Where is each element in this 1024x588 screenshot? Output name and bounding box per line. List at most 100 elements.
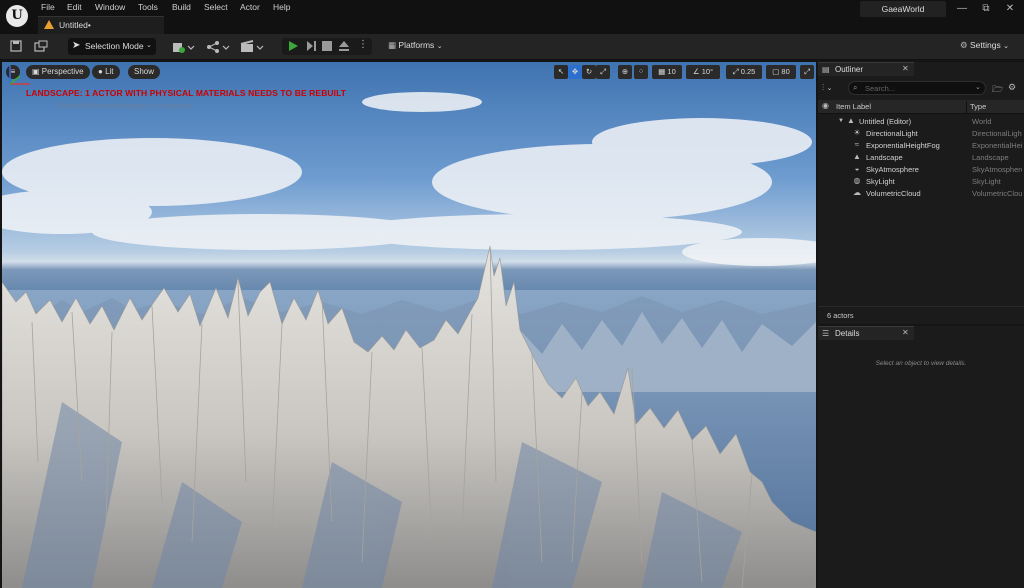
details-icon: ☰ xyxy=(822,329,830,338)
platforms-grid-icon: ▦ xyxy=(388,40,397,50)
outliner-item-label: DirectionalLight xyxy=(866,129,918,138)
outliner-row-volumetriccloud[interactable]: ☁ VolumetricCloud VolumetricCloud xyxy=(818,188,1024,200)
details-tab-label: Details xyxy=(835,329,860,338)
add-folder-icon[interactable]: 🗁 xyxy=(992,82,1003,98)
rotate-tool-icon[interactable]: ↻ xyxy=(582,65,596,79)
selection-mode-dropdown[interactable]: ➤ Selection Mode ⌄ xyxy=(68,38,156,55)
visibility-eye-icon[interactable]: ◉ xyxy=(822,101,829,110)
outliner-panel: ▤ Outliner ✕ ⫶ ⌄ ⌕ ⌄ 🗁 ⚙ ◉ Item Label Ty… xyxy=(818,62,1024,324)
clouds xyxy=(2,92,816,266)
cinematics-icon[interactable] xyxy=(240,40,266,54)
add-actor-icon[interactable] xyxy=(172,40,196,54)
platforms-dropdown[interactable]: ▦ Platforms ⌄ xyxy=(388,40,443,51)
column-item-label[interactable]: Item Label xyxy=(836,102,871,111)
outliner-row-world[interactable]: ▼ ▲ Untitled (Editor) World xyxy=(818,116,1024,128)
project-name: GaeaWorld xyxy=(860,1,946,17)
translate-tool-icon[interactable]: ✥ xyxy=(568,65,582,79)
atmosphere-icon: ◒ xyxy=(854,164,860,173)
outliner-item-label: ExponentialHeightFog xyxy=(866,141,940,150)
outliner-item-label: SkyAtmosphere xyxy=(866,165,919,174)
level-viewport[interactable]: ≡ ▣ Perspective ● Lit Show ↖ ✥ ↻ ⤢ ⊕ ⁘ ▦… xyxy=(2,62,816,588)
unreal-logo-icon[interactable]: U xyxy=(6,5,28,27)
level-icon xyxy=(44,20,54,29)
expand-arrow-icon[interactable]: ▼ xyxy=(836,118,846,124)
outliner-tab-label: Outliner xyxy=(835,65,864,74)
menu-tools[interactable]: Tools xyxy=(138,2,158,12)
outliner-row-skyatmosphere[interactable]: ◒ SkyAtmosphere SkyAtmosphere xyxy=(818,164,1024,176)
cursor-icon: ➤ xyxy=(72,40,81,51)
outliner-item-type: SkyLight xyxy=(972,177,1001,186)
menu-file[interactable]: File xyxy=(41,2,55,12)
filter-icon: ⫶ xyxy=(822,82,825,92)
eject-icon[interactable] xyxy=(338,40,350,54)
surface-snap-icon[interactable]: ⁘ xyxy=(634,65,648,79)
rotation-snap-toggle[interactable]: ∠ 10° xyxy=(686,65,720,79)
restore-button[interactable]: ⧉ xyxy=(976,2,996,16)
suppress-hint: 'DisableAllScreenMessages' to suppress xyxy=(56,101,192,110)
show-button[interactable]: Show xyxy=(128,65,161,79)
world-space-icon[interactable]: ⊕ xyxy=(618,65,632,79)
maximize-viewport-icon[interactable]: ⤢ xyxy=(800,65,814,79)
outliner-row-landscape[interactable]: ▲ Landscape Landscape xyxy=(818,152,1024,164)
document-tab[interactable]: Untitled• xyxy=(38,16,164,34)
rotation-snap-value: 10° xyxy=(701,67,714,76)
cloud-icon: ☁ xyxy=(853,188,861,197)
outliner-row-exponentialheightfog[interactable]: ≈ ExponentialHeightFog ExponentialHeight… xyxy=(818,140,1024,152)
outliner-row-directionallight[interactable]: ☀ DirectionalLight DirectionalLight xyxy=(818,128,1024,140)
minimize-button[interactable]: — xyxy=(952,2,972,16)
outliner-row-skylight[interactable]: ◍ SkyLight SkyLight xyxy=(818,176,1024,188)
chevron-down-icon: ⌄ xyxy=(1003,43,1009,50)
gear-icon[interactable]: ⚙ xyxy=(1008,82,1016,93)
search-icon: ⌕ xyxy=(853,83,858,92)
actor-count: 6 actors xyxy=(827,311,854,320)
outliner-item-type: ExponentialHeightFog xyxy=(972,141,1022,150)
save-icon[interactable] xyxy=(9,40,23,54)
menu-window[interactable]: Window xyxy=(95,2,125,12)
details-panel: ☰ Details ✕ Select an object to view det… xyxy=(818,326,1024,588)
lit-button[interactable]: ● Lit xyxy=(92,65,120,79)
axis-gizmo xyxy=(9,66,30,85)
advance-frame-icon[interactable] xyxy=(305,40,317,54)
scale-tool-icon[interactable]: ⤢ xyxy=(596,65,610,79)
chevron-down-icon[interactable]: ⌄ xyxy=(975,83,981,91)
menu-help[interactable]: Help xyxy=(273,2,290,12)
select-tool-icon[interactable]: ↖ xyxy=(554,65,568,79)
content-browser-icon[interactable] xyxy=(34,40,48,54)
menu-actor[interactable]: Actor xyxy=(240,2,260,12)
outliner-item-type: VolumetricCloud xyxy=(972,189,1022,198)
filter-dropdown[interactable]: ⫶ ⌄ xyxy=(822,82,832,93)
outliner-column-header: ◉ Item Label Type xyxy=(818,100,1024,114)
lit-label: Lit xyxy=(105,67,114,76)
level-icon: ▲ xyxy=(847,116,855,125)
landscape-warning-message: LANDSCAPE: 1 ACTOR WITH PHYSICAL MATERIA… xyxy=(26,88,347,98)
menu-edit[interactable]: Edit xyxy=(67,2,82,12)
outliner-item-type: Landscape xyxy=(972,153,1009,162)
document-tab-label: Untitled• xyxy=(59,20,91,30)
scale-icon: ⤢ xyxy=(732,67,739,76)
grid-snap-toggle[interactable]: ▦ 10 xyxy=(652,65,682,79)
column-divider[interactable] xyxy=(966,101,967,113)
camera-speed-value: 80 xyxy=(781,67,790,76)
angle-icon: ∠ xyxy=(692,67,700,76)
scale-snap-toggle[interactable]: ⤢ 0.25 xyxy=(726,65,762,79)
camera-speed-button[interactable]: ▢ 80 xyxy=(766,65,796,79)
tab-details[interactable]: ☰ Details ✕ xyxy=(818,326,914,340)
stop-icon[interactable] xyxy=(322,41,332,53)
outliner-icon: ▤ xyxy=(822,65,830,74)
outliner-search[interactable]: ⌕ ⌄ xyxy=(848,81,986,95)
close-icon[interactable]: ✕ xyxy=(902,64,909,73)
blueprint-icon[interactable] xyxy=(206,40,232,54)
play-icon[interactable] xyxy=(287,40,299,54)
tab-outliner[interactable]: ▤ Outliner ✕ xyxy=(818,62,914,76)
title-bar: U File Edit Window Tools Build Select Ac… xyxy=(0,0,1024,34)
menu-select[interactable]: Select xyxy=(204,2,228,12)
play-controls: ⋮ xyxy=(282,38,372,55)
search-input[interactable] xyxy=(865,83,965,94)
menu-build[interactable]: Build xyxy=(172,2,191,12)
close-button[interactable]: ✕ xyxy=(1000,2,1020,16)
settings-dropdown[interactable]: ⚙ Settings ⌄ xyxy=(960,40,1009,51)
outliner-status-bar: 6 actors xyxy=(818,306,1024,324)
close-icon[interactable]: ✕ xyxy=(902,328,909,337)
more-options-icon[interactable]: ⋮ xyxy=(358,39,368,50)
column-type[interactable]: Type xyxy=(970,102,986,111)
